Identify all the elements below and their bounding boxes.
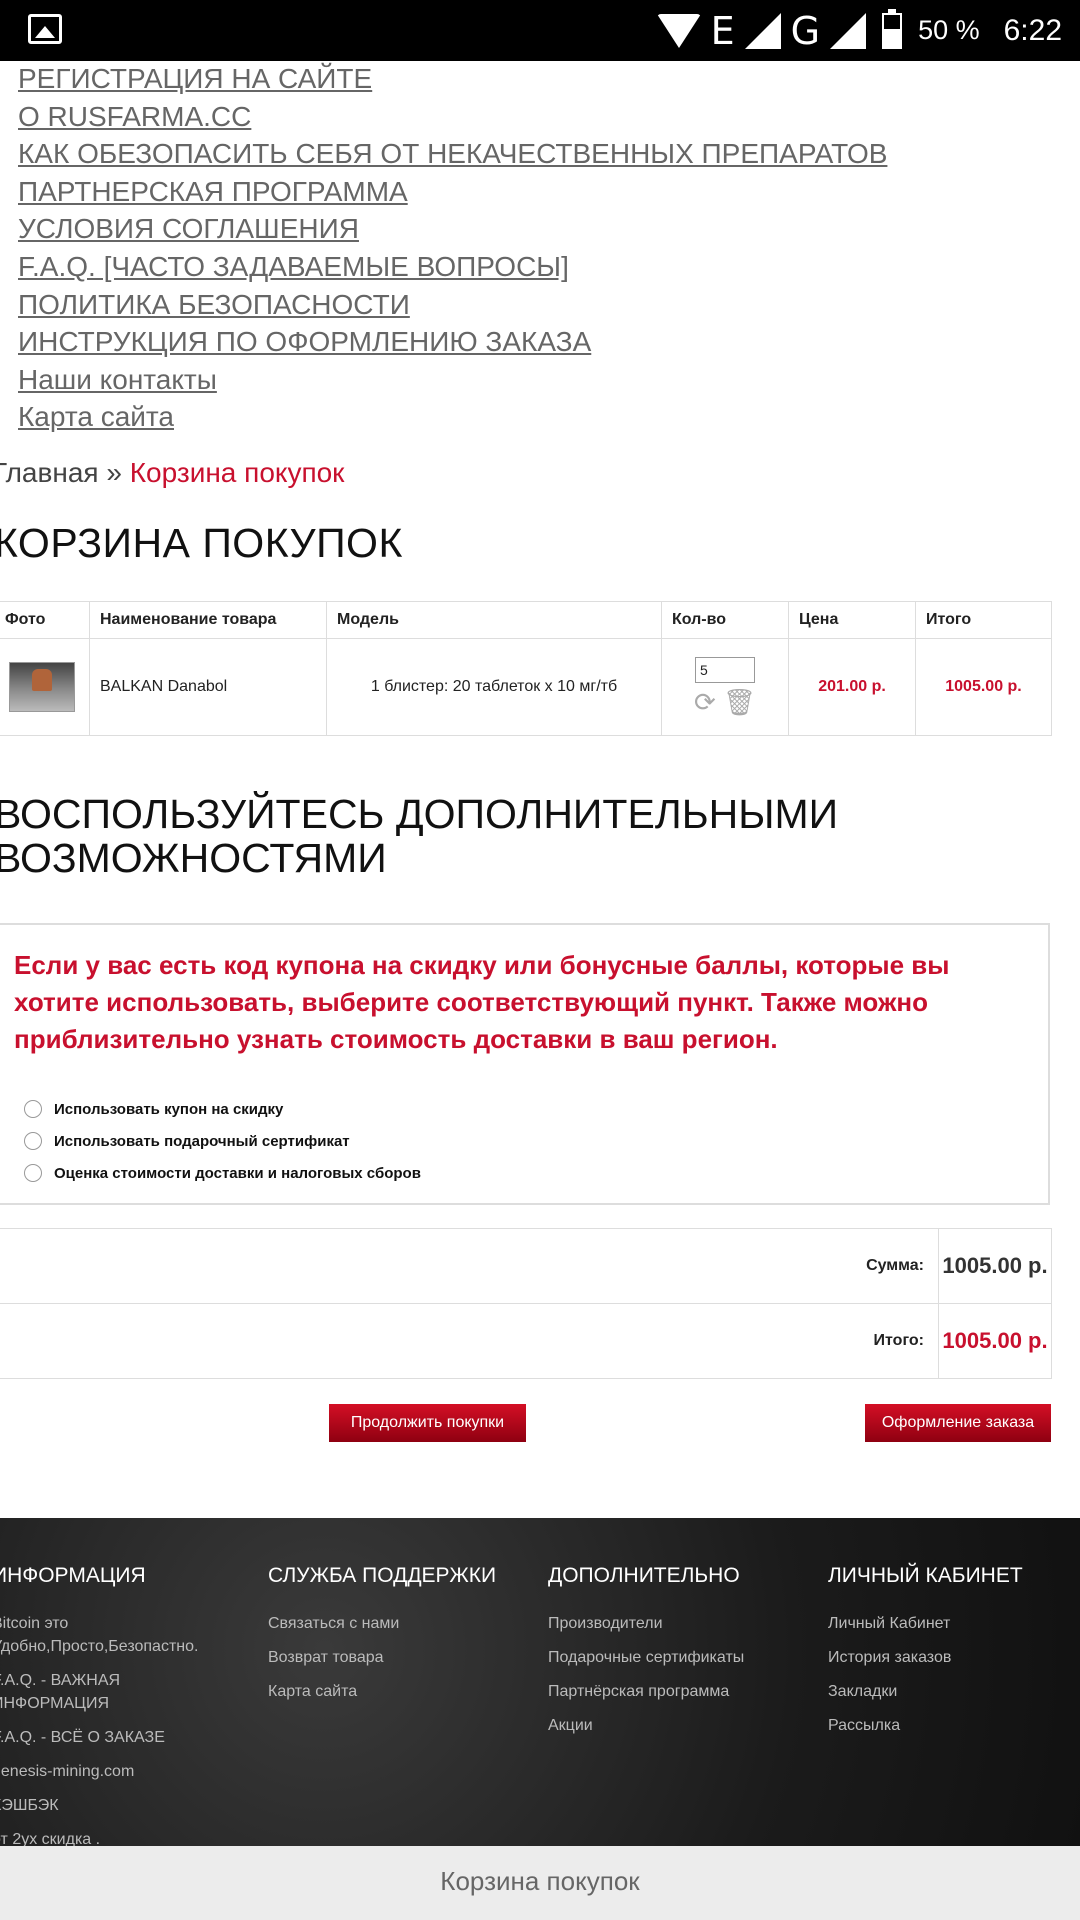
footer-link-faq-important[interactable]: F.A.Q. - ВАЖНАЯ ИНФОРМАЦИЯ	[0, 1669, 142, 1715]
coupon-panel: Если у вас есть код купона на скидку или…	[0, 923, 1050, 1205]
breadcrumb-home[interactable]: Главная	[0, 457, 99, 488]
status-bar: E G 50 % 6:22	[0, 0, 1080, 61]
option-coupon[interactable]: Использовать купон на скидку	[24, 1100, 283, 1118]
product-thumbnail[interactable]	[9, 662, 75, 712]
radio-gift-certificate[interactable]	[24, 1132, 42, 1150]
product-model: 1 блистер: 20 таблеток х 10 мг/тб	[326, 638, 662, 736]
footer-link-sitemap[interactable]: Карта сайта	[268, 1680, 528, 1703]
footer-col-extra: ДОПОЛНИТЕЛЬНО Производители Подарочные с…	[548, 1564, 808, 1748]
trash-icon[interactable]: 🗑	[723, 687, 756, 717]
coupon-description: Если у вас есть код купона на скидку или…	[14, 950, 950, 1054]
product-total: 1005.00 р.	[915, 638, 1052, 736]
signal-icon-2	[830, 12, 867, 49]
link-protect[interactable]: КАК ОБЕЗОПАСИТЬ СЕБЯ ОТ НЕКАЧЕСТВЕННЫХ П…	[18, 135, 1068, 173]
footer-link-manufacturers[interactable]: Производители	[548, 1612, 808, 1635]
refresh-icon[interactable]: ⟳	[694, 687, 716, 717]
battery-icon	[882, 8, 903, 49]
footer-col-info: ИНФОРМАЦИЯ Bitcoin это Удобно,Просто,Без…	[0, 1564, 252, 1862]
footer-col-account: ЛИЧНЫЙ КАБИНЕТ Личный Кабинет История за…	[828, 1564, 1080, 1748]
network-type-g: G	[790, 8, 821, 53]
subtotal-row: Сумма: 1005.00 р.	[0, 1228, 1052, 1304]
total-row: Итого: 1005.00 р.	[0, 1303, 1052, 1379]
link-faq[interactable]: F.A.Q. [ЧАСТО ЗАДАВАЕМЫЕ ВОПРОСЫ]	[18, 248, 1068, 286]
footer-title-support: СЛУЖБА ПОДДЕРЖКИ	[268, 1564, 497, 1587]
link-sitemap[interactable]: Карта сайта	[18, 398, 1068, 436]
breadcrumb: Главная » Корзина покупок	[0, 457, 344, 489]
col-qty: Кол-во	[661, 601, 789, 639]
table-row: BALKAN Danabol 1 блистер: 20 таблеток х …	[0, 638, 1052, 736]
total-value: 1005.00 р.	[938, 1303, 1052, 1379]
footer-link-account[interactable]: Личный Кабинет	[828, 1612, 1080, 1635]
col-price: Цена	[788, 601, 916, 639]
quantity-input[interactable]: 5	[695, 656, 755, 683]
footer: ИНФОРМАЦИЯ Bitcoin это Удобно,Просто,Без…	[0, 1518, 1080, 1848]
footer-link-genesis[interactable]: genesis-mining.com	[0, 1760, 252, 1783]
bottom-cart-bar[interactable]: Корзина покупок	[0, 1846, 1080, 1920]
cart-table: Фото Наименование товара Модель Кол-во Ц…	[0, 601, 1052, 736]
link-contacts[interactable]: Наши контакты	[18, 361, 1068, 399]
total-label: Итого:	[0, 1303, 939, 1379]
footer-link-newsletter[interactable]: Рассылка	[828, 1714, 1080, 1737]
footer-link-contact[interactable]: Связаться с нами	[268, 1612, 528, 1635]
breadcrumb-separator: »	[106, 457, 122, 488]
product-price: 201.00 р.	[788, 638, 916, 736]
option-shipping-label[interactable]: Оценка стоимости доставки и налоговых сб…	[54, 1165, 421, 1182]
footer-link-cashback[interactable]: КЭШБЭК	[0, 1794, 252, 1817]
col-model: Модель	[326, 601, 662, 639]
radio-coupon[interactable]	[24, 1100, 42, 1118]
radio-shipping-estimate[interactable]	[24, 1164, 42, 1182]
footer-link-specials[interactable]: Акции	[548, 1714, 808, 1737]
continue-shopping-button[interactable]: Продолжить покупки	[329, 1404, 526, 1442]
subtotal-value: 1005.00 р.	[938, 1228, 1052, 1304]
link-terms[interactable]: УСЛОВИЯ СОГЛАШЕНИЯ	[18, 210, 1068, 248]
col-name: Наименование товара	[89, 601, 327, 639]
subtotal-label: Сумма:	[0, 1228, 939, 1304]
wifi-icon	[656, 13, 701, 48]
page-title: КОРЗИНА ПОКУПОК	[0, 520, 403, 566]
product-name[interactable]: BALKAN Danabol	[89, 638, 327, 736]
option-gift-certificate[interactable]: Использовать подарочный сертификат	[24, 1132, 350, 1150]
checkout-button[interactable]: Оформление заказа	[865, 1404, 1051, 1442]
totals-table: Сумма: 1005.00 р. Итого: 1005.00 р.	[0, 1228, 1052, 1379]
qty-cell: 5 ⟳ 🗑	[661, 638, 789, 736]
footer-link-bitcoin[interactable]: Bitcoin это Удобно,Просто,Безопастно.	[0, 1612, 207, 1658]
footer-link-faq-order[interactable]: F.A.Q. - ВСЁ О ЗАКАЗЕ	[0, 1726, 252, 1749]
product-photo-cell	[0, 638, 90, 736]
link-security-policy[interactable]: ПОЛИТИКА БЕЗОПАСНОСТИ	[18, 286, 1068, 324]
link-order-instructions[interactable]: ИНСТРУКЦИЯ ПО ОФОРМЛЕНИЮ ЗАКАЗА	[18, 323, 1068, 361]
footer-link-order-history[interactable]: История заказов	[828, 1646, 1080, 1669]
footer-title-account: ЛИЧНЫЙ КАБИНЕТ	[828, 1564, 1023, 1587]
option-gift-label[interactable]: Использовать подарочный сертификат	[54, 1133, 350, 1150]
extras-title: ВОСПОЛЬЗУЙТЕСЬ ДОПОЛНИТЕЛЬНЫМИ ВОЗМОЖНОС…	[0, 791, 839, 881]
col-photo: Фото	[0, 601, 90, 639]
option-coupon-label[interactable]: Использовать купон на скидку	[54, 1101, 283, 1118]
cart-header-row: Фото Наименование товара Модель Кол-во Ц…	[0, 601, 1052, 639]
link-about[interactable]: О RUSFARMA.CC	[18, 98, 1068, 136]
footer-title-extra: ДОПОЛНИТЕЛЬНО	[548, 1564, 740, 1587]
info-links: РЕГИСТРАЦИЯ НА САЙТЕ О RUSFARMA.CC КАК О…	[18, 60, 1068, 436]
signal-icon	[744, 12, 781, 49]
footer-link-returns[interactable]: Возврат товара	[268, 1646, 528, 1669]
breadcrumb-current[interactable]: Корзина покупок	[130, 457, 345, 488]
link-partner[interactable]: ПАРТНЕРСКАЯ ПРОГРАММА	[18, 173, 1068, 211]
image-notification-icon	[28, 14, 62, 44]
link-registration[interactable]: РЕГИСТРАЦИЯ НА САЙТЕ	[18, 60, 1068, 98]
footer-link-gift-certificates[interactable]: Подарочные сертификаты	[548, 1646, 808, 1669]
footer-col-support: СЛУЖБА ПОДДЕРЖКИ Связаться с нами Возвра…	[268, 1564, 528, 1714]
footer-link-affiliate[interactable]: Партнёрская программа	[548, 1680, 808, 1703]
network-type-e: E	[710, 8, 735, 53]
battery-percent: 50 %	[918, 15, 980, 45]
footer-link-wishlist[interactable]: Закладки	[828, 1680, 1080, 1703]
clock: 6:22	[1003, 13, 1062, 47]
footer-title-info: ИНФОРМАЦИЯ	[0, 1564, 146, 1587]
option-shipping-estimate[interactable]: Оценка стоимости доставки и налоговых сб…	[24, 1164, 421, 1182]
col-total: Итого	[915, 601, 1052, 639]
